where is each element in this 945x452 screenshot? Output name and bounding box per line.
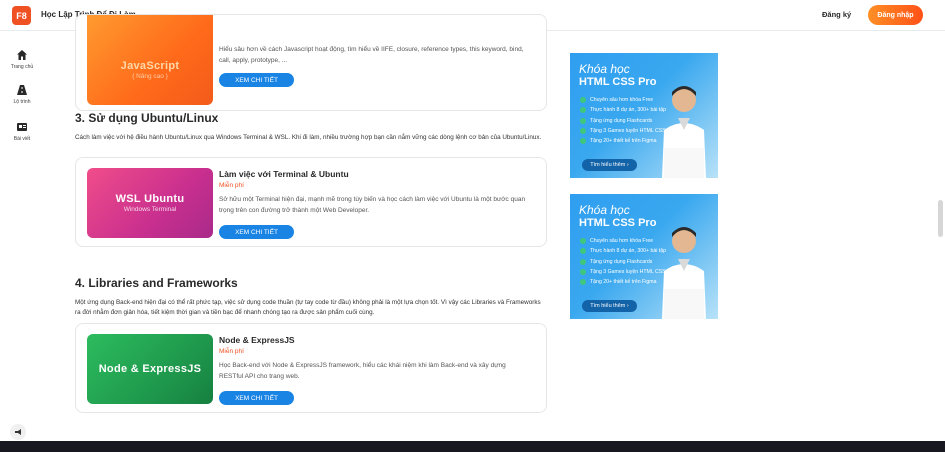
- check-icon: [580, 117, 586, 124]
- learn-more-button[interactable]: Tìm hiểu thêm ›: [582, 159, 637, 171]
- footer-bar: [0, 441, 945, 452]
- thumb-subtitle: { Nâng cao }: [132, 73, 168, 80]
- course-description: Học Back-end với Node & ExpressJS framew…: [219, 362, 506, 380]
- course-price: Miễn phí: [219, 348, 244, 355]
- sidebar-item-roadmap[interactable]: Lộ trình: [4, 84, 40, 105]
- list-item: Chuyên sâu hơn khóa Free: [580, 95, 666, 105]
- sidebar: Trang chủ Lộ trình Bài viết: [0, 31, 44, 441]
- sidebar-item-label: Bài viết: [13, 136, 31, 142]
- thumb-title: JavaScript: [120, 60, 180, 72]
- sidebar-item-blog[interactable]: Bài viết: [4, 121, 40, 142]
- list-item: Tặng ứng dụng Flashcards: [580, 257, 666, 267]
- course-thumbnail[interactable]: Node & ExpressJS: [87, 334, 213, 404]
- ad-banner-html-css-pro[interactable]: Khóa học HTML CSS Pro Chuyên sâu hơn khó…: [570, 53, 718, 178]
- section-title: 4. Libraries and Frameworks: [75, 276, 238, 290]
- view-detail-button[interactable]: XEM CHI TIẾT: [219, 225, 294, 239]
- announcement-button[interactable]: [10, 424, 26, 440]
- road-icon: [17, 85, 27, 95]
- sidebar-item-home[interactable]: Trang chủ: [4, 49, 40, 70]
- list-item: Tặng ứng dụng Flashcards: [580, 116, 666, 126]
- ad-feature-list: Chuyên sâu hơn khóa Free Thực hành 8 dự …: [580, 236, 666, 287]
- course-card-js-advanced: JavaScript { Nâng cao } Hiểu sâu hơn về …: [75, 14, 547, 111]
- course-price: Miễn phí: [219, 182, 244, 189]
- check-icon: [580, 279, 586, 286]
- check-icon: [580, 248, 586, 255]
- thumb-title: WSL Ubuntu: [115, 193, 185, 205]
- check-icon: [580, 269, 586, 276]
- view-detail-button[interactable]: XEM CHI TIẾT: [219, 391, 294, 405]
- section-description: Một ứng dụng Back-end hiện đại có thể rấ…: [75, 299, 541, 316]
- course-card-node: Node & ExpressJS Node & ExpressJS Miễn p…: [75, 323, 547, 413]
- course-title[interactable]: Node & ExpressJS: [219, 335, 295, 345]
- check-icon: [580, 107, 586, 114]
- list-item: Tặng 3 Games luyện HTML CSS: [580, 126, 666, 136]
- instructor-photo: [662, 86, 706, 178]
- sidebar-item-label: Trang chủ: [10, 64, 34, 70]
- ad-feature-list: Chuyên sâu hơn khóa Free Thực hành 8 dự …: [580, 95, 666, 146]
- check-icon: [580, 128, 586, 135]
- news-icon: [17, 123, 27, 131]
- list-item: Tặng 3 Games luyện HTML CSS: [580, 267, 666, 277]
- list-item: Tặng 20+ thiết kế trên Figma: [580, 277, 666, 287]
- course-card-ubuntu: WSL Ubuntu Windows Terminal Làm việc với…: [75, 157, 547, 247]
- section-description: Cách làm việc với hệ điều hành Ubuntu/Li…: [75, 134, 542, 141]
- thumb-title: Node & ExpressJS: [98, 363, 202, 375]
- view-detail-button[interactable]: XEM CHI TIẾT: [219, 73, 294, 87]
- course-description: Sở hữu một Terminal hiện đại, mạnh mẽ tr…: [219, 196, 526, 214]
- register-link[interactable]: Đăng ký: [822, 10, 851, 19]
- course-thumbnail[interactable]: JavaScript { Nâng cao }: [87, 15, 213, 105]
- list-item: Chuyên sâu hơn khóa Free: [580, 236, 666, 246]
- megaphone-icon: [15, 429, 21, 435]
- home-icon: [17, 50, 27, 60]
- check-icon: [580, 238, 586, 245]
- check-icon: [580, 258, 586, 265]
- list-item: Thực hành 8 dự án, 300+ bài tập: [580, 105, 666, 115]
- course-title[interactable]: Làm việc với Terminal & Ubuntu: [219, 169, 349, 179]
- login-button[interactable]: Đăng nhập: [868, 5, 923, 25]
- page-scrollbar[interactable]: [938, 200, 943, 237]
- thumb-subtitle: Windows Terminal: [123, 206, 177, 213]
- list-item: Thực hành 8 dự án, 300+ bài tập: [580, 246, 666, 256]
- instructor-photo: [662, 227, 706, 319]
- sidebar-item-label: Lộ trình: [13, 99, 31, 105]
- learn-more-button[interactable]: Tìm hiểu thêm ›: [582, 300, 637, 312]
- ad-headline: HTML CSS Pro: [579, 76, 657, 88]
- check-icon: [580, 97, 586, 104]
- check-icon: [580, 138, 586, 145]
- ad-banner-html-css-pro[interactable]: Khóa học HTML CSS Pro Chuyên sâu hơn khó…: [570, 194, 718, 319]
- course-description: Hiểu sâu hơn về cách Javascript hoạt độn…: [219, 46, 524, 64]
- course-thumbnail[interactable]: WSL Ubuntu Windows Terminal: [87, 168, 213, 238]
- ad-kicker: Khóa học: [579, 203, 630, 217]
- ad-kicker: Khóa học: [579, 62, 630, 76]
- section-title: 3. Sử dụng Ubuntu/Linux: [75, 111, 219, 125]
- f8-logo[interactable]: F8: [12, 6, 31, 25]
- list-item: Tặng 20+ thiết kế trên Figma: [580, 136, 666, 146]
- ad-headline: HTML CSS Pro: [579, 217, 657, 229]
